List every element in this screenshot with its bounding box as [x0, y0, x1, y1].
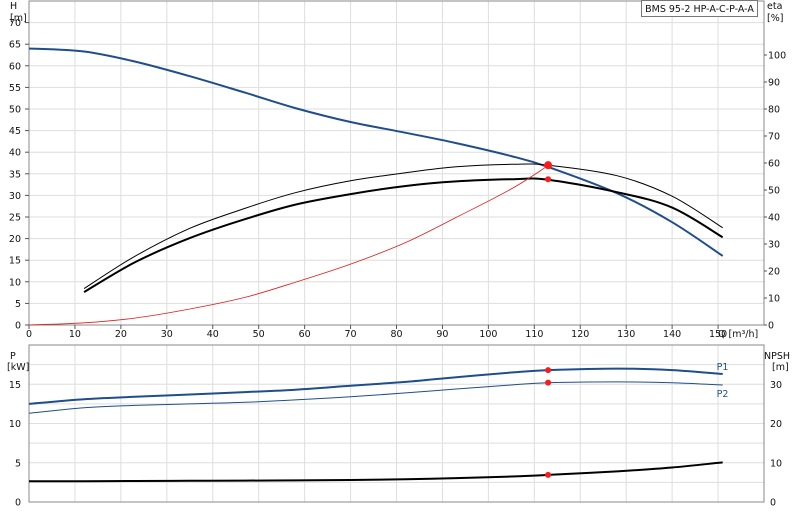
x-tick-label: 120	[571, 329, 589, 340]
head-tick-label: 5	[15, 299, 21, 310]
head-tick-label: 10	[9, 277, 21, 288]
power-axis-title: P	[10, 351, 16, 362]
x-tick-label: 100	[479, 329, 497, 340]
eta-axis-title: eta	[767, 1, 782, 12]
head-tick-label: 60	[9, 61, 21, 72]
duty-point-efficiency	[545, 176, 552, 183]
duty-point-npsh	[545, 471, 552, 478]
eta-tick-label: 40	[768, 213, 780, 224]
efficiency-upper-curve	[83, 163, 723, 290]
x-tick-label: 0	[26, 329, 32, 340]
head-tick-label: 0	[15, 321, 21, 332]
x-tick-label: 50	[253, 329, 265, 340]
duty-point-head	[544, 161, 553, 170]
x-tick-label: 30	[161, 329, 173, 340]
head-axis-title: H	[10, 1, 17, 12]
npsh-axis-unit: [m]	[772, 362, 789, 373]
power-tick-label: 10	[9, 419, 21, 430]
x-tick-label: 110	[525, 329, 543, 340]
head-tick-label: 30	[9, 191, 21, 202]
power-axis-unit: [kW]	[7, 362, 29, 373]
eta-tick-label: 60	[768, 159, 780, 170]
npsh-tick-label: 0	[770, 498, 776, 509]
npsh-curve	[29, 461, 723, 483]
head-tick-label: 35	[9, 169, 21, 180]
eta-tick-label: 100	[768, 51, 786, 62]
x-tick-label: 20	[115, 329, 127, 340]
eta-tick-label: 10	[768, 294, 780, 305]
head-tick-label: 70	[9, 18, 21, 29]
npsh-tick-label: 10	[770, 458, 782, 469]
eta-tick-label: 30	[768, 240, 780, 251]
x-tick-label: 70	[345, 329, 357, 340]
eta-tick-label: 0	[768, 321, 774, 332]
npsh-curve-curve	[28, 165, 549, 326]
eta-tick-label: 70	[768, 132, 780, 143]
head-tick-label: 15	[9, 256, 21, 267]
x-tick-label: 130	[617, 329, 635, 340]
pump-model-label: BMS 95-2 HP-A-C-P-A-A	[641, 0, 758, 17]
x-tick-label: 40	[207, 329, 219, 340]
duty-point-p1	[545, 367, 552, 374]
chart-canvas: H [m] eta [%] P [kW] NPSH [m] Q [m³/h] 0…	[7, 0, 790, 509]
head-tick-label: 65	[9, 40, 21, 51]
x-tick-label: 10	[69, 329, 81, 340]
eta-tick-label: 20	[768, 267, 780, 278]
p1-curve	[28, 367, 723, 405]
power-tick-label: 15	[9, 380, 21, 391]
head-tick-label: 45	[9, 126, 21, 137]
x-tick-label: 90	[436, 329, 448, 340]
p1-legend-label: P1	[717, 362, 729, 373]
eta-axis-unit: [%]	[767, 13, 783, 24]
duty-point-p2	[545, 379, 552, 386]
eta-tick-label: 90	[768, 78, 780, 89]
eta-tick-label: 50	[768, 186, 780, 197]
head-tick-label: 25	[9, 213, 21, 224]
p2-legend-label: P2	[717, 389, 729, 400]
power-tick-label: 0	[15, 498, 21, 509]
head-tick-label: 50	[9, 105, 21, 116]
head-tick-label: 55	[9, 83, 21, 94]
head-tick-label: 20	[9, 234, 21, 245]
npsh-axis-title: NPSH	[764, 351, 790, 362]
x-tick-label: 140	[663, 329, 681, 340]
pump-performance-chart: H [m] eta [%] P [kW] NPSH [m] Q [m³/h] 0…	[0, 0, 800, 520]
npsh-tick-label: 20	[770, 419, 782, 430]
power-tick-label: 5	[15, 458, 21, 469]
x-tick-label: 150	[709, 329, 727, 340]
head-tick-label: 40	[9, 148, 21, 159]
npsh-tick-label: 30	[770, 380, 782, 391]
x-tick-label: 80	[390, 329, 402, 340]
x-tick-label: 60	[299, 329, 311, 340]
eta-tick-label: 80	[768, 105, 780, 116]
